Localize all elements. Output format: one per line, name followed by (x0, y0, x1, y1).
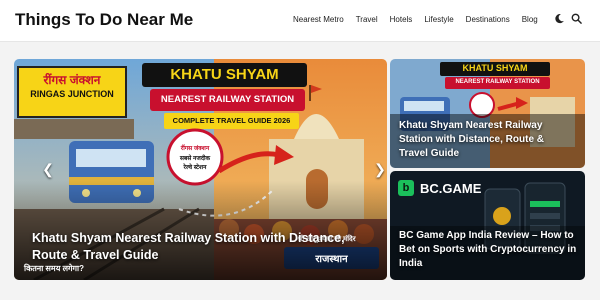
bc-logo-text: BC.GAME (420, 180, 482, 196)
bc-game-logo: b BC.GAME (398, 180, 481, 196)
slider-next-arrow[interactable]: ❯ (372, 161, 387, 177)
site-header: Things To Do Near Me Nearest Metro Trave… (0, 0, 600, 42)
side-post-1-title[interactable]: Khatu Shyam Nearest Railway Station with… (399, 119, 569, 161)
nav-item-nearest-metro[interactable]: Nearest Metro (293, 15, 344, 24)
side-post-2-title[interactable]: BC Game App India Review – How to Bet on… (399, 229, 579, 271)
nav-item-lifestyle[interactable]: Lifestyle (424, 15, 453, 24)
side1-badge-subtitle: NEAREST RAILWAY STATION (455, 79, 540, 85)
hero-post-card[interactable]: रींगस जंक्शन RINGAS JUNCTION KHATU SHYAM… (14, 59, 387, 280)
question-label: कितना समय लगेगा? (24, 264, 84, 273)
side-post-card-1[interactable]: KHATU SHYAM NEAREST RAILWAY STATION Khat… (390, 59, 585, 168)
badge-tag: COMPLETE TRAVEL GUIDE 2026 (172, 116, 291, 125)
search-icon[interactable] (571, 13, 582, 24)
badge-title: KHATU SHYAM (170, 66, 279, 83)
side-post-card-2[interactable]: b BC.GAME BC Game App India Review – How… (390, 171, 585, 280)
main-nav: Nearest Metro Travel Hotels Lifestyle De… (293, 13, 582, 24)
sign-hindi: रींगस जंक्शन (43, 73, 101, 87)
hero-post-title[interactable]: Khatu Shyam Nearest Railway Station with… (32, 230, 352, 264)
site-logo[interactable]: Things To Do Near Me (15, 10, 193, 30)
moon-icon[interactable] (554, 13, 565, 24)
badge-subtitle: NEAREST RAILWAY STATION (160, 94, 295, 105)
nav-item-hotels[interactable]: Hotels (390, 15, 413, 24)
circle-line-2: सबसे नजदीक (179, 156, 211, 162)
circle-line-3: रेल्वे स्टेशन (183, 165, 207, 171)
circle-line-1: रींगस जंक्शन (180, 146, 210, 152)
bc-logo-icon: b (398, 180, 414, 196)
sign-english: RINGAS JUNCTION (30, 89, 114, 99)
nav-item-travel[interactable]: Travel (356, 15, 378, 24)
nav-item-blog[interactable]: Blog (522, 15, 538, 24)
slider-prev-arrow[interactable]: ❮ (40, 161, 56, 177)
nav-item-destinations[interactable]: Destinations (466, 15, 510, 24)
side1-badge-title: KHATU SHYAM (462, 63, 528, 73)
